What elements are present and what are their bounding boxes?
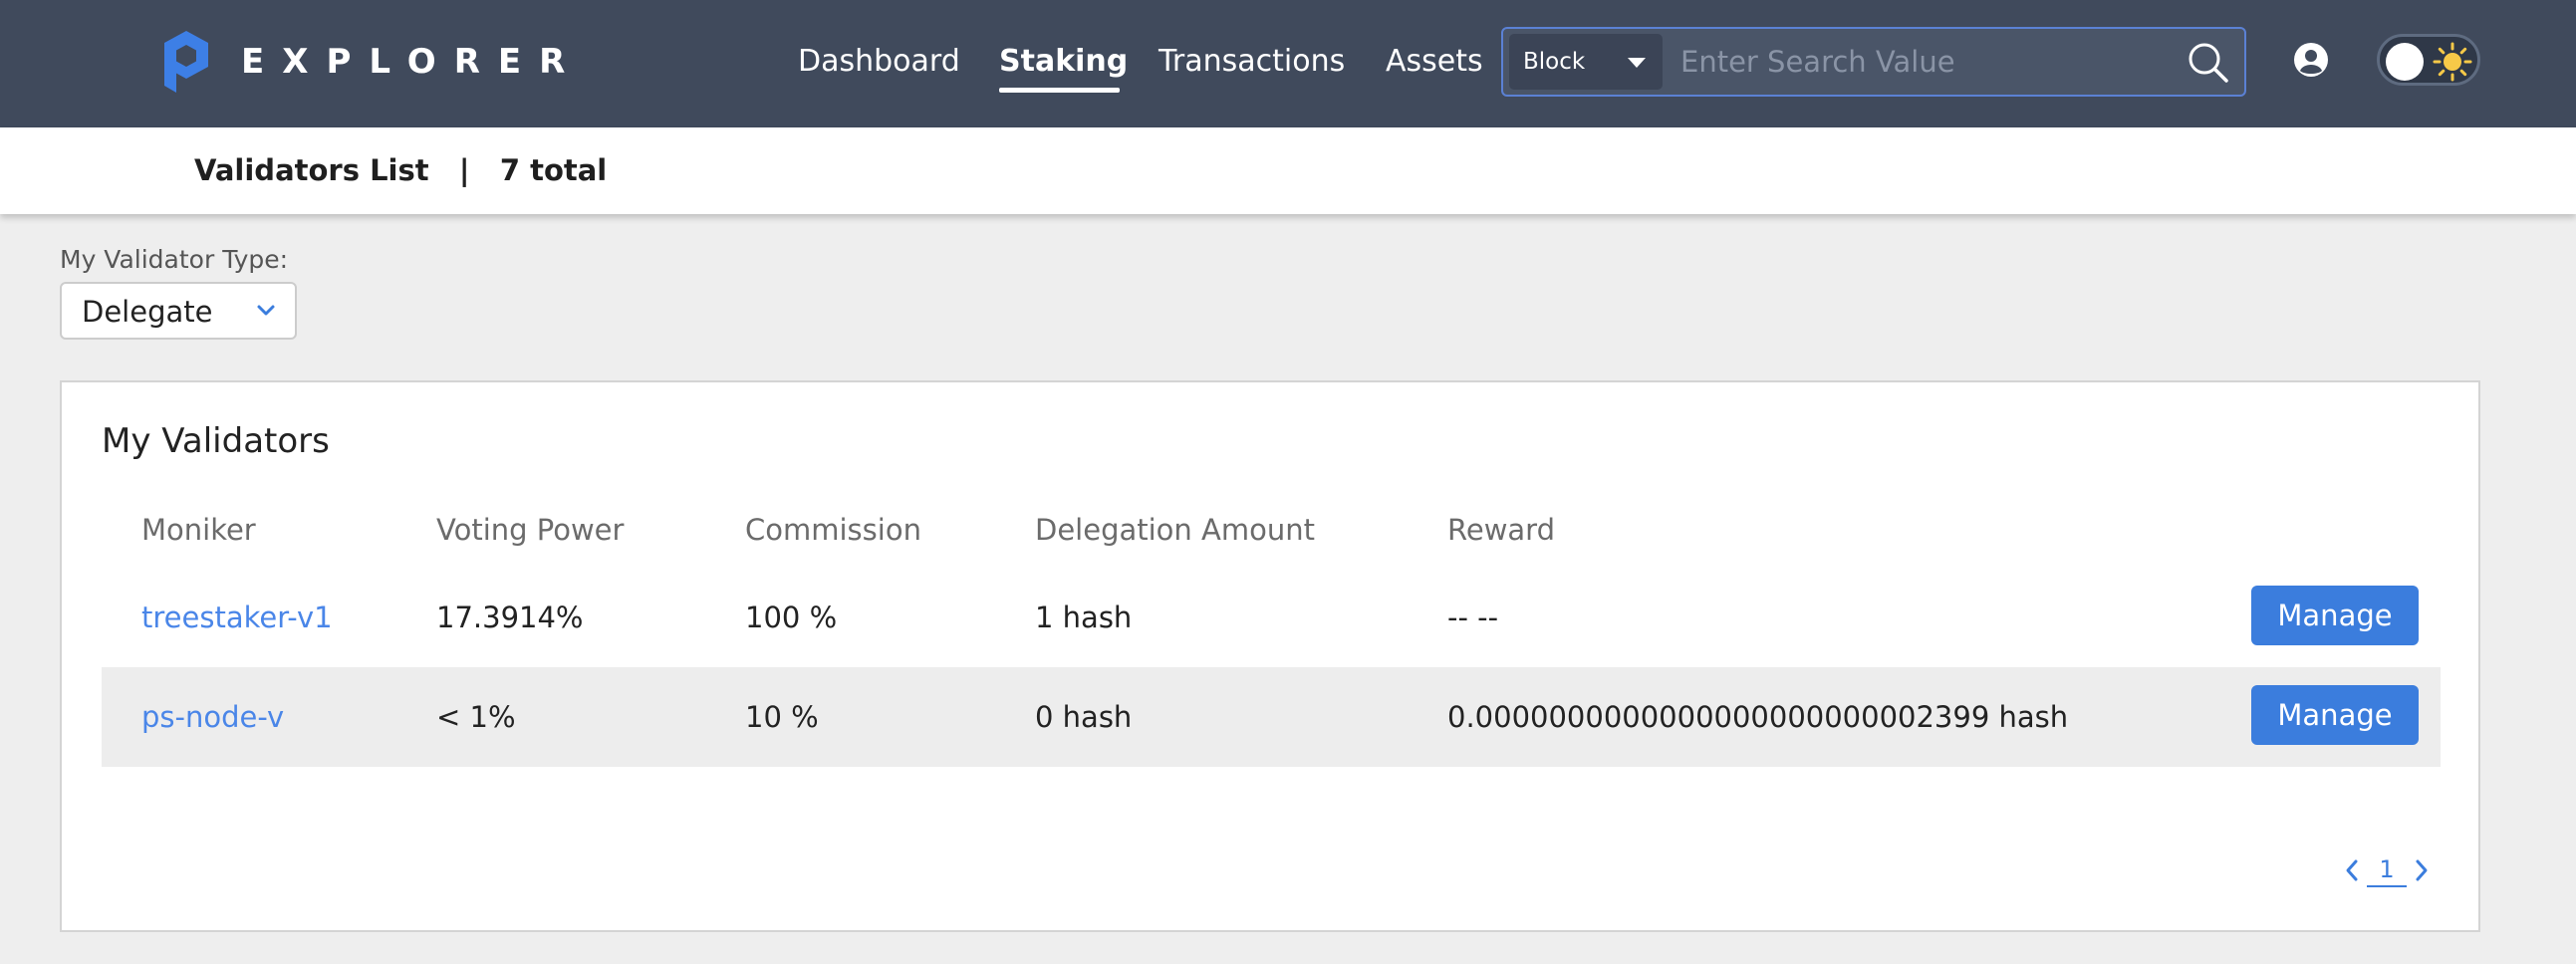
- delegation-amount-cell: 1 hash: [1035, 601, 1133, 634]
- user-circle-icon[interactable]: [2293, 42, 2329, 78]
- commission-cell: 10 %: [745, 700, 819, 734]
- chevron-down-icon: [255, 303, 277, 319]
- search-type-value: Block: [1523, 49, 1586, 75]
- reward-cell: 0.0000000000000000000000002399 hash: [1447, 700, 2069, 734]
- voting-power-cell: 17.3914%: [436, 601, 584, 634]
- nav-staking[interactable]: Staking: [999, 38, 1128, 86]
- search-icon[interactable]: [2187, 41, 2230, 85]
- moniker-link[interactable]: treestaker-v1: [141, 598, 333, 637]
- column-header-commission: Commission: [745, 513, 921, 547]
- search-bar: Block: [1501, 27, 2246, 97]
- search-input[interactable]: [1680, 37, 2149, 87]
- nav-assets[interactable]: Assets: [1386, 38, 1483, 86]
- column-header-moniker: Moniker: [141, 513, 256, 547]
- pagination-next-icon[interactable]: [2413, 856, 2431, 884]
- manage-button[interactable]: Manage: [2251, 685, 2419, 745]
- delegation-amount-cell: 0 hash: [1035, 700, 1133, 734]
- column-header-reward: Reward: [1447, 513, 1555, 547]
- my-validators-card: My Validators Moniker Voting Power Commi…: [60, 380, 2480, 932]
- nav-transactions[interactable]: Transactions: [1159, 38, 1345, 86]
- commission-cell: 100 %: [745, 601, 838, 634]
- toggle-knob: [2386, 43, 2424, 81]
- validator-type-select[interactable]: Delegate: [60, 282, 297, 340]
- reward-cell: -- --: [1447, 601, 1499, 634]
- validator-type-label: My Validator Type:: [60, 245, 289, 274]
- pagination-prev-icon[interactable]: [2343, 856, 2361, 884]
- pagination-current-page[interactable]: 1: [2367, 853, 2407, 887]
- logo-p-icon[interactable]: [161, 29, 211, 95]
- nav-dashboard[interactable]: Dashboard: [798, 38, 960, 86]
- voting-power-cell: < 1%: [436, 700, 516, 734]
- brand-name[interactable]: EXPLORER: [241, 38, 583, 86]
- page-title: Validators List | 7 total: [194, 149, 607, 191]
- validator-type-value: Delegate: [82, 295, 213, 329]
- manage-button[interactable]: Manage: [2251, 586, 2419, 645]
- active-nav-underline: [999, 88, 1120, 93]
- theme-toggle[interactable]: [2377, 34, 2480, 86]
- sun-icon: [2432, 41, 2473, 83]
- table-row: ps-node-v < 1% 10 % 0 hash 0.00000000000…: [102, 667, 2441, 767]
- validators-total-count: 7 total: [499, 153, 608, 187]
- top-navbar: EXPLORER Dashboard Staking Transactions …: [0, 0, 2576, 127]
- page-subheader: Validators List | 7 total: [0, 127, 2576, 214]
- title-separator: |: [458, 153, 470, 187]
- caret-down-icon: [1628, 58, 1646, 68]
- column-header-delegation-amount: Delegation Amount: [1035, 513, 1315, 547]
- column-header-voting-power: Voting Power: [436, 513, 625, 547]
- table-row: treestaker-v1 17.3914% 100 % 1 hash -- -…: [102, 568, 2441, 667]
- validators-list-title: Validators List: [194, 153, 429, 187]
- card-title: My Validators: [102, 421, 330, 461]
- moniker-link[interactable]: ps-node-v: [141, 697, 284, 737]
- search-type-select[interactable]: Block: [1509, 34, 1663, 90]
